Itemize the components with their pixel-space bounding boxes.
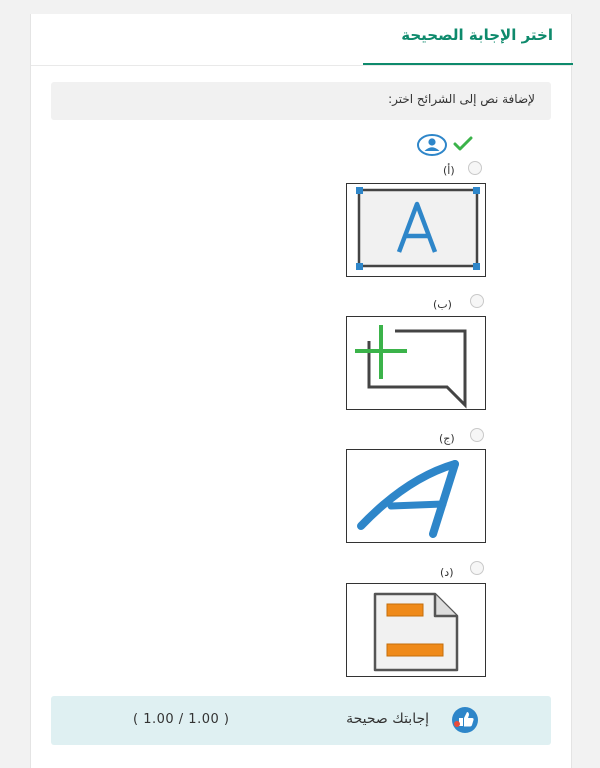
thumbs-up-icon — [452, 707, 478, 733]
question-title: اختر الإجابة الصحيحة — [401, 26, 553, 44]
header-underline — [363, 63, 573, 65]
answer-status — [417, 132, 497, 158]
question-prompt-box: لإضافة نص إلى الشرائح اختر: — [51, 82, 551, 120]
question-prompt: لإضافة نص إلى الشرائح اختر: — [388, 92, 535, 106]
option-a-label: (أ) — [443, 164, 455, 177]
option-b-image — [346, 316, 486, 410]
option-d-label: (د) — [440, 566, 454, 579]
option-d-radio[interactable] — [470, 561, 484, 575]
option-a-image — [346, 183, 486, 277]
option-b-label: (ب) — [433, 298, 452, 311]
text-box-a-icon — [356, 187, 480, 270]
user-icon — [417, 134, 447, 156]
feedback-score: ( 1.00 / 1.00 ) — [133, 712, 230, 727]
header-footer-document-icon — [373, 592, 459, 672]
option-c-label: (ج) — [439, 432, 455, 445]
option-d-image — [346, 583, 486, 677]
feedback-banner: إجابتك صحيحة ( 1.00 / 1.00 ) — [51, 696, 551, 745]
add-comment-icon — [355, 325, 467, 409]
feedback-message: إجابتك صحيحة — [346, 711, 429, 727]
question-header: اختر الإجابة الصحيحة — [31, 14, 573, 66]
option-c-image — [346, 449, 486, 543]
option-b-radio[interactable] — [470, 294, 484, 308]
question-card: اختر الإجابة الصحيحة لإضافة نص إلى الشرا… — [30, 14, 573, 768]
option-c-radio[interactable] — [470, 428, 484, 442]
wordart-a-icon — [357, 460, 459, 538]
option-a-radio[interactable] — [468, 161, 482, 175]
correct-check-icon — [453, 136, 473, 151]
